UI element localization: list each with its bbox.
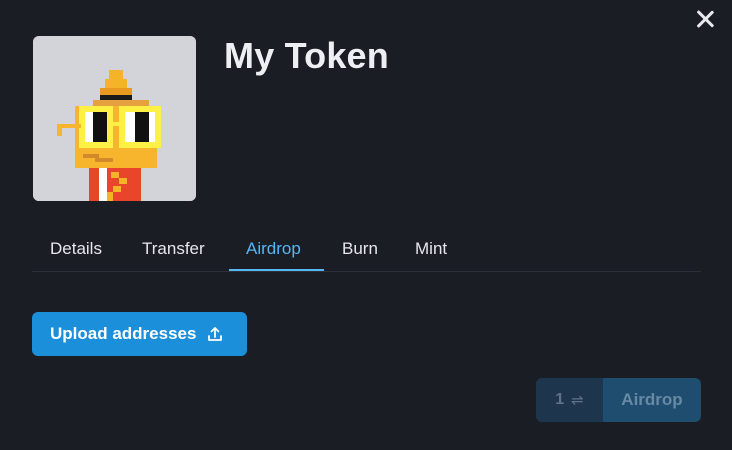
tab-details[interactable]: Details: [50, 239, 102, 259]
tab-airdrop[interactable]: Airdrop: [246, 239, 301, 259]
active-tab-indicator: [229, 269, 324, 271]
token-image: [33, 36, 196, 201]
airdrop-action-group: 1 ⇌ Airdrop: [536, 378, 701, 422]
tab-bar: Details Transfer Airdrop Burn Mint: [32, 228, 701, 272]
tab-transfer[interactable]: Transfer: [142, 239, 205, 259]
upload-addresses-button[interactable]: Upload addresses: [32, 312, 247, 356]
pixel-avatar-icon: [33, 36, 196, 201]
swap-icon: ⇌: [571, 392, 584, 409]
upload-addresses-label: Upload addresses: [50, 324, 197, 343]
airdrop-submit-button[interactable]: Airdrop: [603, 378, 701, 422]
token-title: My Token: [224, 35, 389, 76]
airdrop-submit-label: Airdrop: [621, 390, 683, 409]
close-icon[interactable]: [692, 6, 718, 32]
tab-mint[interactable]: Mint: [415, 239, 447, 259]
upload-icon: [208, 327, 223, 341]
recipient-count-button[interactable]: 1 ⇌: [536, 378, 603, 422]
recipient-count: 1: [555, 391, 565, 408]
tab-burn[interactable]: Burn: [342, 239, 378, 259]
